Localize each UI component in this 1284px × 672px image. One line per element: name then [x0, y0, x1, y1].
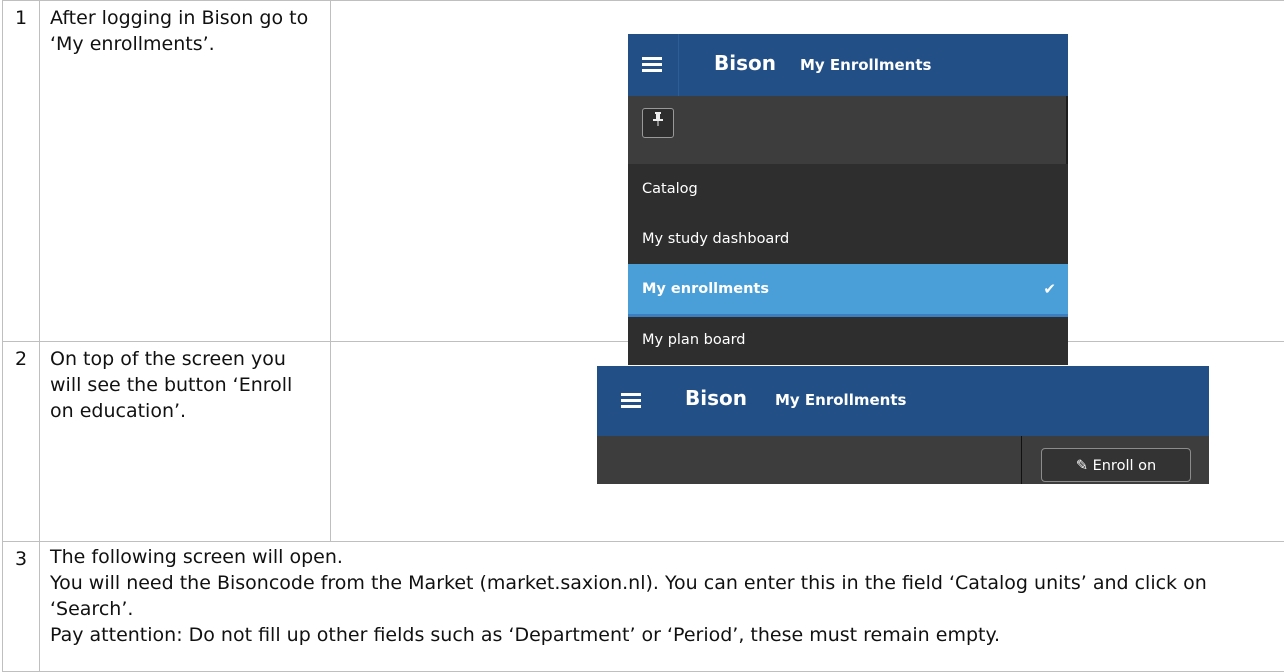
menu-item-my-plan-board[interactable]: My plan board — [628, 314, 1068, 365]
step-line: The following screen will open. — [50, 544, 1284, 570]
menu-item-catalog[interactable]: Catalog — [628, 164, 1068, 214]
enroll-on-education-button[interactable]: ✎ Enroll on education — [1041, 448, 1191, 482]
pencil-icon: ✎ — [1076, 458, 1088, 474]
app-header: Bison My Enrollments — [597, 366, 1209, 436]
app-header: Bison My Enrollments — [628, 34, 1068, 96]
step-line: Pay attention: Do not fill up other fiel… — [50, 622, 1284, 648]
step-text: After logging in Bison go to ‘My enrollm… — [40, 1, 331, 342]
page-title: My Enrollments — [800, 56, 931, 74]
menu-item-label: My enrollments — [642, 281, 769, 297]
hamburger-menu-icon[interactable] — [642, 57, 662, 73]
nav-menu: Catalog My study dashboard My enrollment… — [628, 164, 1068, 365]
header-divider — [678, 34, 679, 96]
toolbar-divider — [1021, 436, 1022, 484]
bison-menu-screenshot: Bison My Enrollments Catalog My study da… — [628, 34, 1068, 360]
menu-toolbar — [628, 96, 1068, 164]
hamburger-menu-icon[interactable] — [621, 393, 641, 409]
step-number: 3 — [3, 542, 40, 672]
menu-item-my-enrollments[interactable]: My enrollments ✔ — [628, 264, 1068, 314]
check-icon: ✔ — [1043, 264, 1056, 314]
step-line: You will need the Bisoncode from the Mar… — [50, 570, 1284, 622]
step-text: On top of the screen you will see the bu… — [40, 342, 331, 542]
step-number: 2 — [3, 342, 40, 542]
brand-logo: Bison — [714, 51, 776, 75]
step-text: The following screen will open. You will… — [40, 542, 1284, 672]
brand-logo: Bison — [685, 386, 747, 410]
button-label: Enroll on education — [1080, 458, 1156, 506]
page-title: My Enrollments — [775, 391, 906, 409]
page-toolbar: ✎ Enroll on education — [597, 436, 1209, 484]
menu-item-my-study-dashboard[interactable]: My study dashboard — [628, 214, 1068, 264]
pin-icon[interactable] — [642, 108, 674, 138]
step-number: 1 — [3, 1, 40, 342]
bison-enroll-screenshot: Bison My Enrollments ✎ Enroll on educati… — [597, 366, 1209, 484]
